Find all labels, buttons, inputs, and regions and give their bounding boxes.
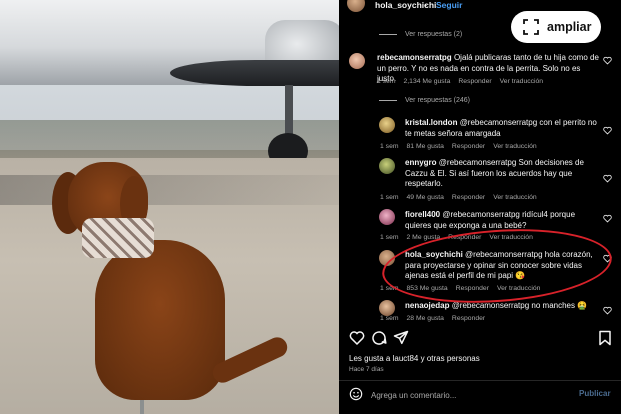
reply-button[interactable]: Responder [456,285,489,292]
expand-label: ampliar [547,20,592,34]
airplane-wing [170,60,339,86]
view-replies-main-label: Ver respuestas (246) [405,97,470,104]
comment-time: 1 sem [377,78,396,85]
divider [339,380,621,381]
heart-icon[interactable] [603,254,612,263]
replies-line [379,33,397,35]
post-actions [339,330,621,346]
reply-text: nenaojedap @rebecamonserratpg no manches… [405,301,600,312]
reply-button[interactable]: Responder [452,143,485,150]
reply-meta: 1 sem 49 Me gusta Responder Ver traducción [380,194,545,201]
comment-time: 1 sem [380,143,399,150]
comment-likes[interactable]: 853 Me gusta [407,285,448,292]
comment-username[interactable]: kristal.london [405,118,457,127]
reply-button[interactable]: Responder [452,315,485,322]
share-icon[interactable] [393,330,409,346]
avatar[interactable] [347,0,365,12]
follow-button[interactable]: Seguir [436,0,462,10]
comment-time: 1 sem [380,194,399,201]
avatar[interactable] [379,300,395,316]
tarmac-shadow [0,175,339,205]
header-separator: • [424,0,427,10]
reply-meta: 1 sem 81 Me gusta Responder Ver traducción [380,143,545,150]
comment-username[interactable]: nenaojedap [405,301,449,310]
reply-text: ennygro @rebecamonserratpg Son decisione… [405,158,600,190]
translate-button[interactable]: Ver traducción [497,285,540,292]
post-time: Hace 7 días [349,366,384,373]
avatar[interactable] [379,250,395,266]
comment-time: 1 sem [380,315,399,322]
comment-time: 1 sem [380,285,399,292]
avatar[interactable] [379,209,395,225]
expand-icon [523,19,539,35]
translate-button[interactable]: Ver traducción [489,234,532,241]
publish-button[interactable]: Publicar [579,389,611,398]
comment-composer: Publicar [339,386,621,406]
post-photo[interactable] [0,0,339,414]
reply-button[interactable]: Responder [448,234,481,241]
reply-button[interactable]: Responder [452,194,485,201]
avatar[interactable] [379,158,395,174]
reply-text: fiorell400 @rebecamonserratpg ridícul4 p… [405,210,600,231]
comment-likes[interactable]: 2,134 Me gusta [404,78,451,85]
view-replies-top[interactable]: Ver respuestas (2) [379,31,462,38]
avatar[interactable] [379,117,395,133]
dog-harness [82,218,154,258]
translate-button[interactable]: Ver traducción [493,143,536,150]
view-replies-main[interactable]: Ver respuestas (246) [379,97,470,104]
comment-username[interactable]: hola_soychichi [405,250,463,259]
reply-button[interactable]: Responder [458,78,491,85]
reply-text: kristal.london @rebecamonserratpg con el… [405,118,600,139]
comment-time: 1 sem [380,234,399,241]
bookmark-icon[interactable] [597,330,613,346]
heart-icon[interactable] [603,174,612,183]
comment-input[interactable] [371,386,561,404]
heart-icon[interactable] [603,56,612,65]
main-comment-meta: 1 sem 2,134 Me gusta Responder Ver traducci… [377,78,551,85]
comment-likes[interactable]: 28 Me gusta [407,315,444,322]
comment-likes[interactable]: 2 Me gusta [407,234,441,241]
likes-summary[interactable]: Les gusta a lauct84 y otras personas [349,354,480,363]
emoji-icon[interactable] [349,387,363,401]
heart-icon[interactable] [603,306,612,315]
comment-username[interactable]: ennygro [405,158,437,167]
translate-button[interactable]: Ver traducción [500,78,543,85]
reply-meta: 1 sem 28 Me gusta Responder [380,315,493,322]
heart-icon[interactable] [603,214,612,223]
reply-text: hola_soychichi @rebecamonserratpg hola c… [405,250,605,282]
comment-likes[interactable]: 49 Me gusta [407,194,444,201]
comment-likes[interactable]: 81 Me gusta [407,143,444,150]
reply-meta: 1 sem 853 Me gusta Responder Ver traducción [380,285,548,292]
avatar[interactable] [349,53,365,69]
comment-username[interactable]: rebecamonserratpg [377,53,452,62]
view-replies-top-label: Ver respuestas (2) [405,31,463,38]
heart-icon[interactable] [349,330,365,346]
heart-icon[interactable] [603,126,612,135]
expand-button[interactable]: ampliar [511,11,601,43]
comments-panel: hola_soychichi • Seguir Ver respuestas (… [339,0,621,414]
replies-line [379,99,397,101]
translate-button[interactable]: Ver traducción [493,194,536,201]
comment-icon[interactable] [371,330,387,346]
dog-body [95,240,225,400]
reply-meta: 1 sem 2 Me gusta Responder Ver traducción [380,234,541,241]
comment-body: @rebecamonserratpg no manches 🤮 [451,301,588,310]
comment-username[interactable]: fiorell400 [405,210,440,219]
header-username[interactable]: hola_soychichi [375,0,436,10]
